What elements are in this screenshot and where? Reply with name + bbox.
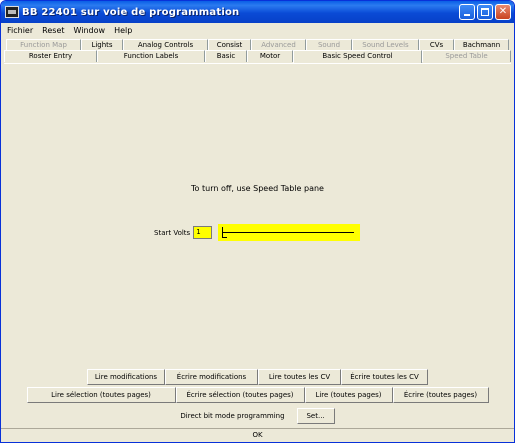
slider-thumb[interactable] xyxy=(222,227,228,238)
direct-bit-mode-label: Direct bit mode programming xyxy=(180,412,285,420)
start-volts-row: Start Volts 1 xyxy=(154,224,361,241)
speed-table-hint: To turn off, use Speed Table pane xyxy=(191,184,324,193)
tab-row-front: Roster Entry Function Labels Basic Motor… xyxy=(4,50,511,63)
tab-basic[interactable]: Basic xyxy=(205,50,247,62)
tab-roster-entry[interactable]: Roster Entry xyxy=(4,50,97,62)
maximize-button[interactable] xyxy=(477,4,493,20)
close-button[interactable]: ✕ xyxy=(495,4,511,20)
read-all-cvs-button[interactable]: Lire toutes les CV xyxy=(258,369,341,385)
menu-bar: Fichier Reset Window Help xyxy=(1,23,514,37)
start-volts-field[interactable]: 1 xyxy=(193,226,213,239)
menu-window[interactable]: Window xyxy=(74,26,106,35)
window-title: BB 22401 sur voie de programmation xyxy=(22,6,240,18)
locomotive-icon xyxy=(5,6,19,18)
minimize-icon xyxy=(464,14,470,16)
direct-bit-row: Direct bit mode programming Set... xyxy=(1,408,514,424)
basic-speed-control-pane: To turn off, use Speed Table pane Start … xyxy=(4,63,511,367)
window-controls: ✕ xyxy=(459,4,511,20)
read-selection-all-pages-button[interactable]: Lire sélection (toutes pages) xyxy=(26,387,176,403)
write-all-cvs-button[interactable]: Écrire toutes les CV xyxy=(341,369,428,385)
write-selection-all-pages-button[interactable]: Écrire sélection (toutes pages) xyxy=(175,387,305,403)
title-bar[interactable]: BB 22401 sur voie de programmation ✕ xyxy=(1,1,514,23)
tab-speed-table[interactable]: Speed Table xyxy=(422,50,511,62)
minimize-button[interactable] xyxy=(459,4,475,20)
read-all-pages-button[interactable]: Lire (toutes pages) xyxy=(304,387,393,403)
read-changes-button[interactable]: Lire modifications xyxy=(87,369,165,385)
tab-strip: Function Map Lights Analog Controls Cons… xyxy=(4,39,511,63)
menu-help[interactable]: Help xyxy=(114,26,132,35)
status-bar: OK xyxy=(1,428,514,442)
slider-track xyxy=(223,232,355,233)
programmer-window: BB 22401 sur voie de programmation ✕ Fic… xyxy=(0,0,515,443)
write-all-pages-button[interactable]: Écrire (toutes pages) xyxy=(392,387,489,403)
tab-motor[interactable]: Motor xyxy=(247,50,293,62)
start-volts-slider[interactable] xyxy=(218,224,361,241)
tab-function-labels[interactable]: Function Labels xyxy=(97,50,205,62)
button-row-pages: Lire sélection (toutes pages) Écrire sél… xyxy=(1,387,514,403)
menu-fichier[interactable]: Fichier xyxy=(7,26,33,35)
maximize-icon xyxy=(481,8,489,16)
direct-bit-set-button[interactable]: Set... xyxy=(296,408,335,424)
button-row-changes: Lire modifications Écrire modifications … xyxy=(1,369,514,385)
tab-basic-speed-control[interactable]: Basic Speed Control xyxy=(293,50,422,63)
menu-reset[interactable]: Reset xyxy=(42,26,64,35)
write-changes-button[interactable]: Écrire modifications xyxy=(165,369,258,385)
start-volts-label: Start Volts xyxy=(154,228,191,237)
close-icon: ✕ xyxy=(498,6,508,17)
